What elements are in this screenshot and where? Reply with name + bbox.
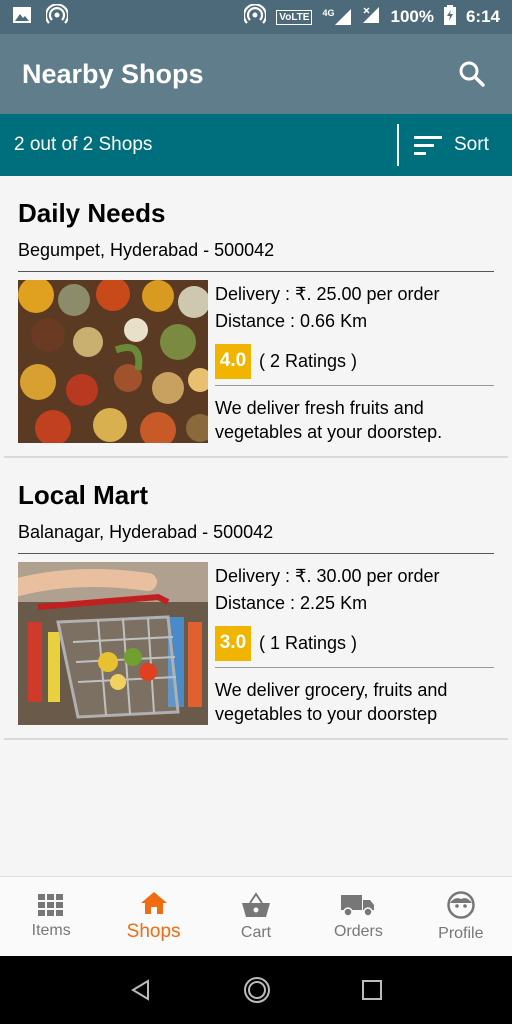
shop-description: We deliver fresh fruits and vegetables a… [215,398,443,442]
shop-card[interactable]: Daily Needs Begumpet, Hyderabad - 500042 [4,176,508,458]
shop-name: Daily Needs [18,198,166,228]
rating-row: 4.0 ( 2 Ratings ) [215,342,495,380]
rating-badge: 4.0 [215,343,251,379]
shop-card[interactable]: Local Mart Balanagar, Hyderabad - 500042 [4,458,508,740]
nav-item-items[interactable]: Items [0,877,102,956]
app-bar: Nearby Shops [0,34,512,114]
nav-item-orders[interactable]: Orders [307,877,409,956]
image-notification-icon [12,6,32,29]
ratings-count: ( 1 Ratings ) [259,632,358,653]
status-bar: VoLTE 4G 100% 6:14 [0,0,512,34]
ratings-count: ( 2 Ratings ) [259,350,358,371]
search-button[interactable] [454,56,490,92]
divider [18,271,494,272]
nav-label: Profile [438,924,484,942]
system-navigation-bar [0,956,512,1024]
delivery-fee: Delivery : ₹. 30.00 per order [215,566,440,586]
page-title: Nearby Shops [22,58,204,89]
shop-address: Begumpet, Hyderabad - 500042 [18,240,275,260]
nav-item-profile[interactable]: Profile [410,877,512,956]
signal-icon-2 [362,6,380,29]
divider [215,667,494,668]
signal-icon: 4G [322,8,352,26]
basket-icon [242,891,271,917]
sort-button[interactable]: Sort [414,114,489,176]
network-type-label: 4G [322,8,335,18]
truck-icon [341,894,375,917]
divider [397,124,399,166]
grid-icon [38,893,64,916]
nav-label: Shops [126,920,181,942]
sort-icon [414,136,442,155]
shop-info: Delivery : ₹. 30.00 per order Distance :… [215,566,495,726]
distance: Distance : 2.25 Km [215,593,368,613]
shop-description: We deliver grocery, fruits and vegetable… [215,680,448,724]
back-icon[interactable] [129,978,153,1002]
delivery-fee: Delivery : ₹. 25.00 per order [215,284,440,304]
bottom-navigation: Items Shops Cart Orders Profile [0,876,512,956]
hotspot-icon [44,2,70,31]
distance: Distance : 0.66 Km [215,311,368,331]
hotspot-icon [243,2,268,31]
volte-badge: VoLTE [276,9,313,25]
shop-info: Delivery : ₹. 25.00 per order Distance :… [215,284,495,444]
spices-image [18,280,208,443]
search-icon [459,61,485,87]
home-circle-icon[interactable] [243,976,271,1004]
divider [215,385,494,386]
rating-row: 3.0 ( 1 Ratings ) [215,624,495,662]
nav-label: Cart [240,923,272,941]
nav-label: Items [31,921,71,939]
shop-list: Daily Needs Begumpet, Hyderabad - 500042 [0,176,512,740]
shop-name: Local Mart [18,480,149,510]
face-icon [447,890,475,919]
shop-count: 2 out of 2 Shops [14,134,153,155]
clock: 6:14 [465,7,500,26]
nav-item-cart[interactable]: Cart [205,877,307,956]
sort-label: Sort [454,134,489,155]
divider [18,553,494,554]
battery-icon [443,4,456,30]
shop-address: Balanagar, Hyderabad - 500042 [18,522,274,542]
shopping-cart-image [18,562,208,725]
rating-badge: 3.0 [215,625,251,661]
filter-bar: 2 out of 2 Shops Sort [0,114,512,176]
recents-icon[interactable] [361,979,383,1001]
battery-text: 100% [390,7,434,26]
nav-item-shops[interactable]: Shops [102,877,204,956]
nav-label: Orders [333,922,383,940]
home-icon [140,891,167,914]
